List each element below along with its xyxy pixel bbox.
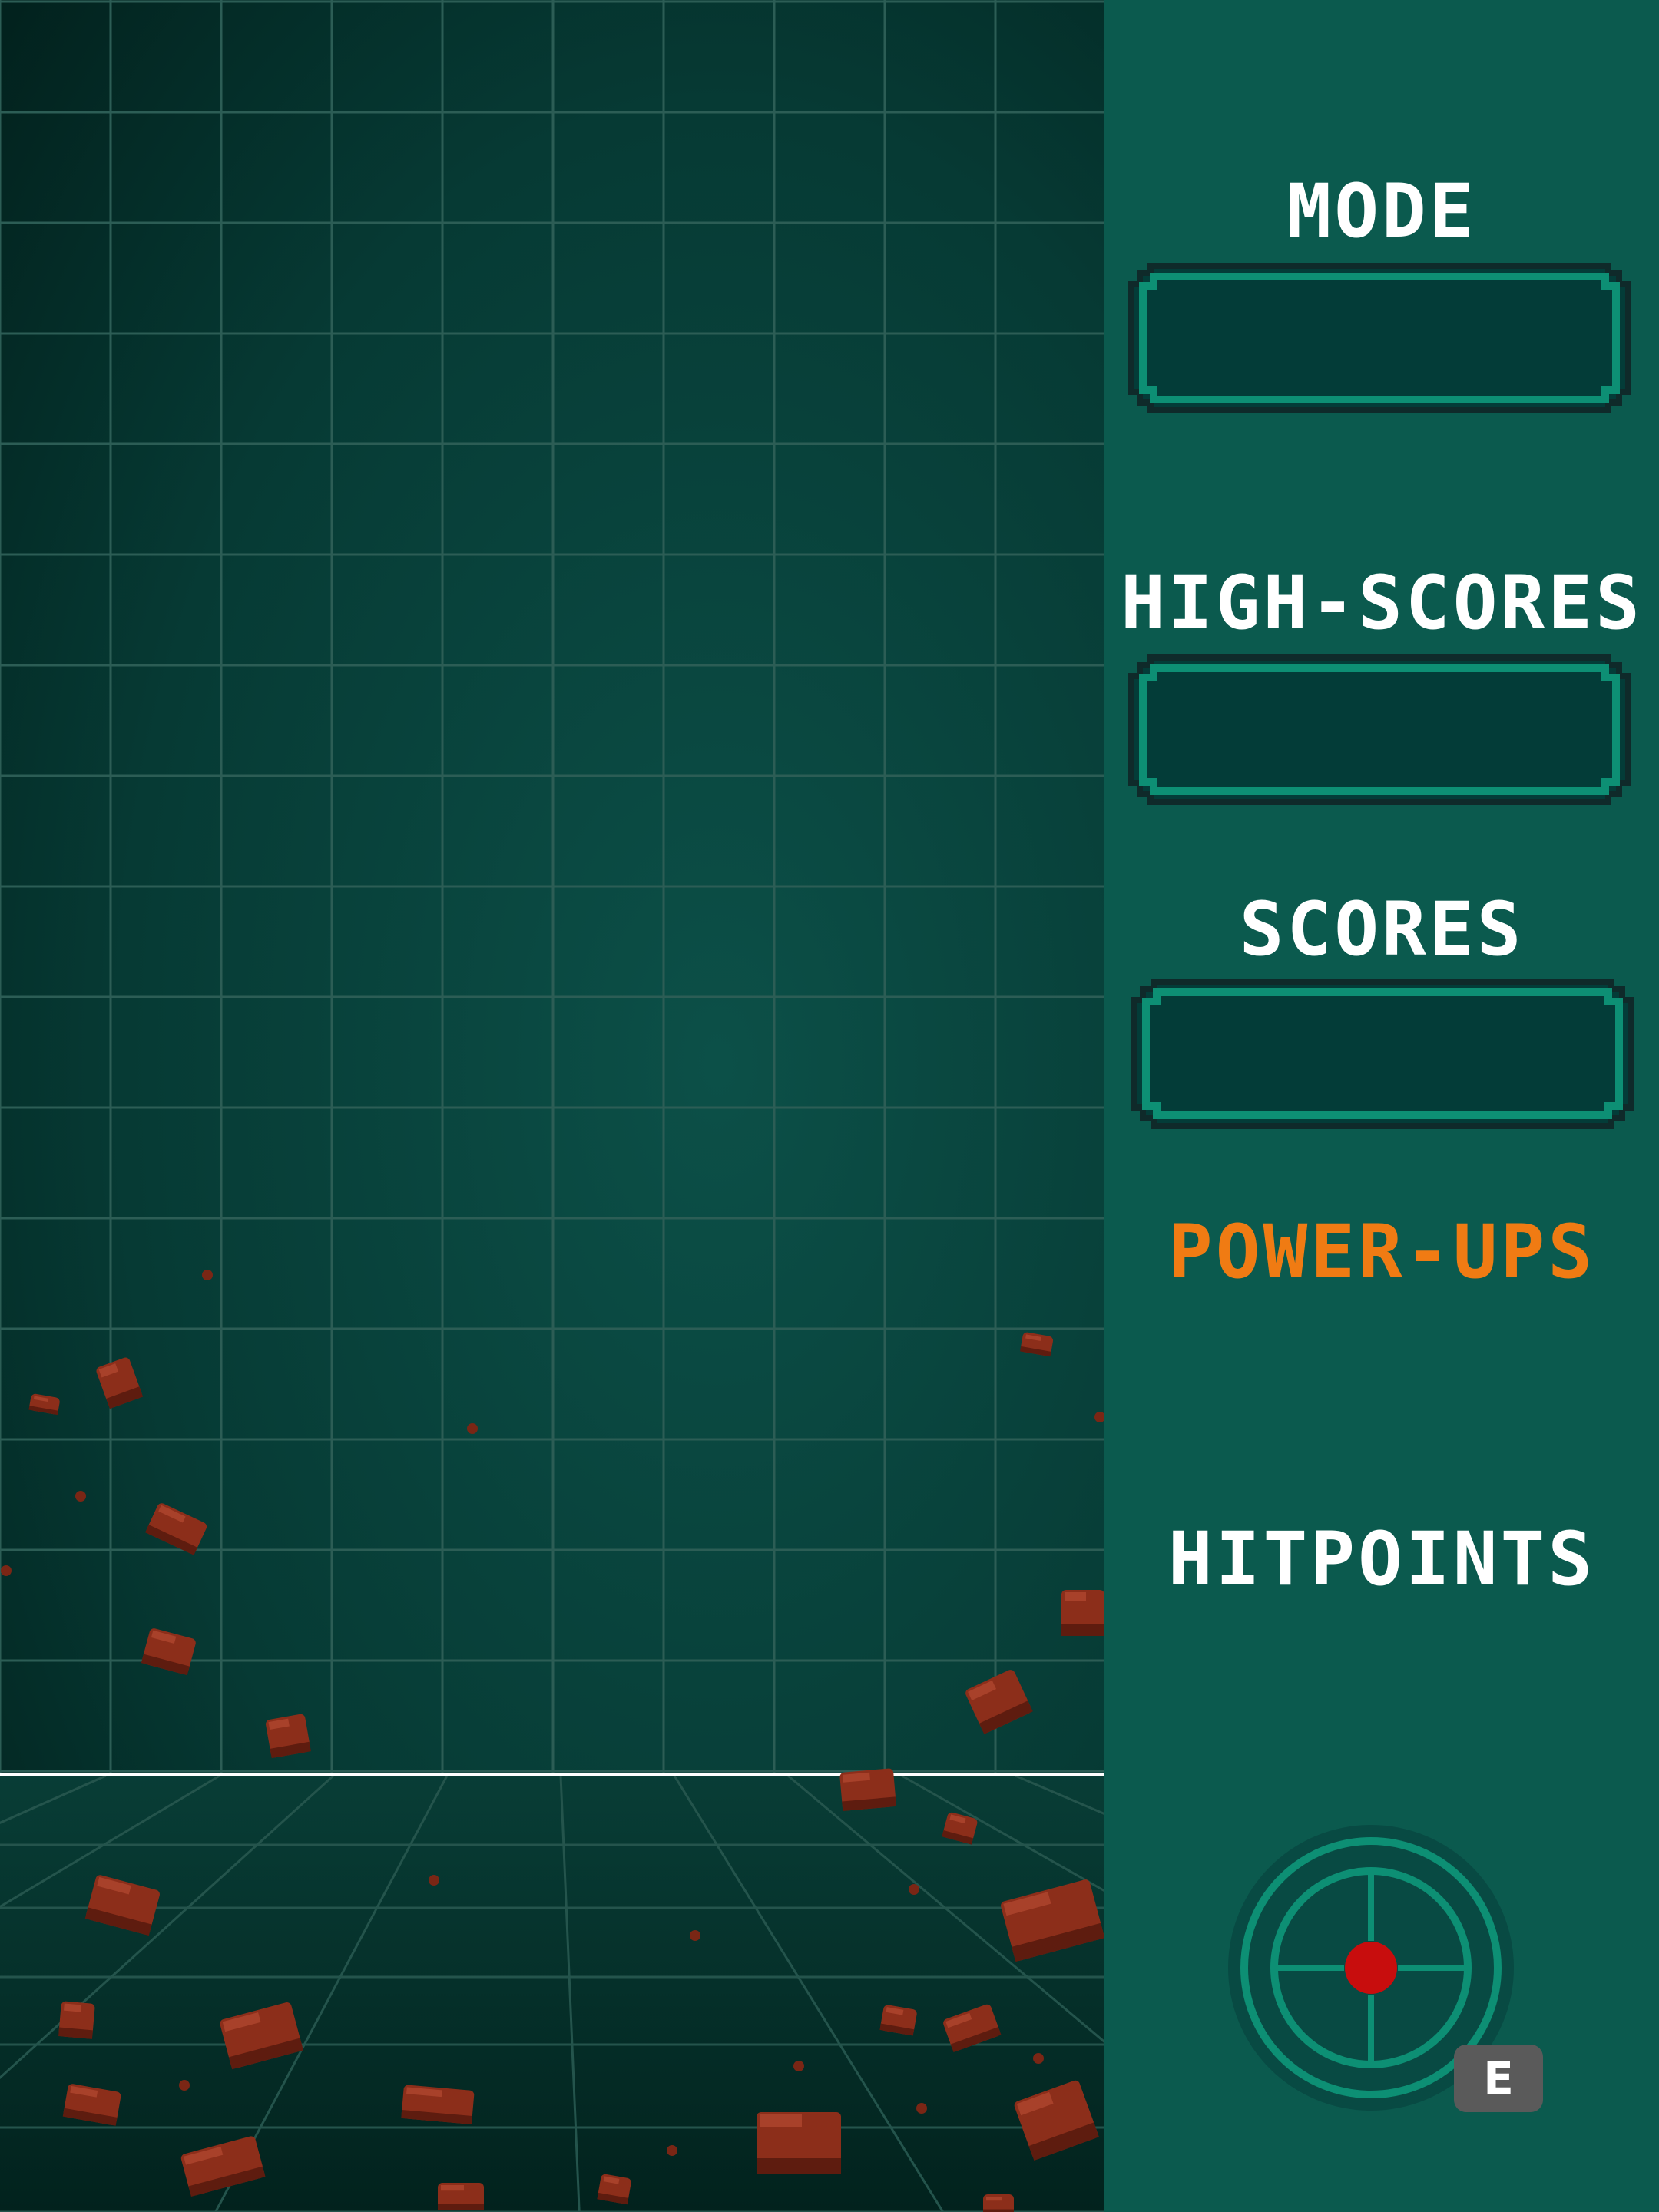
rock	[1061, 1590, 1104, 1636]
power-ups-label: POWER-UPS	[1167, 1209, 1596, 1295]
rock-speck	[909, 1884, 919, 1895]
rock	[58, 2001, 95, 2039]
rock	[438, 2183, 484, 2210]
rock-speck	[916, 2103, 927, 2114]
rock-speck	[429, 1875, 439, 1886]
high-scores-label: HIGH-SCORES	[1121, 560, 1643, 646]
rock	[266, 1714, 311, 1759]
rock-speck	[75, 1491, 86, 1502]
scores-label: SCORES	[1239, 886, 1525, 972]
rock-speck	[667, 2145, 677, 2156]
rock-speck	[793, 2061, 804, 2071]
rock	[839, 1768, 897, 1811]
scores-display	[1131, 979, 1634, 1129]
target-dot	[1345, 1942, 1397, 1994]
rock-speck	[690, 1930, 700, 1941]
rock-speck	[1033, 2053, 1044, 2064]
hitpoints-label: HITPOINTS	[1167, 1516, 1596, 1602]
play-field	[0, 0, 1104, 2212]
rock-speck	[179, 2080, 190, 2091]
rock-speck	[467, 1423, 478, 1434]
rock	[757, 2112, 841, 2174]
rock	[401, 2085, 475, 2124]
mode-label: MODE	[1286, 168, 1477, 254]
mode-display	[1128, 263, 1631, 413]
game-screen: { "sidebar": { "mode_label": "MODE", "hi…	[0, 0, 1659, 2212]
rock-speck	[202, 1270, 213, 1280]
rock	[983, 2194, 1014, 2212]
floor	[0, 1774, 1104, 2212]
rock	[597, 2174, 631, 2205]
rock-speck	[1, 1565, 12, 1576]
ability-key-hint: E	[1454, 2045, 1543, 2112]
high-scores-display	[1128, 654, 1631, 805]
